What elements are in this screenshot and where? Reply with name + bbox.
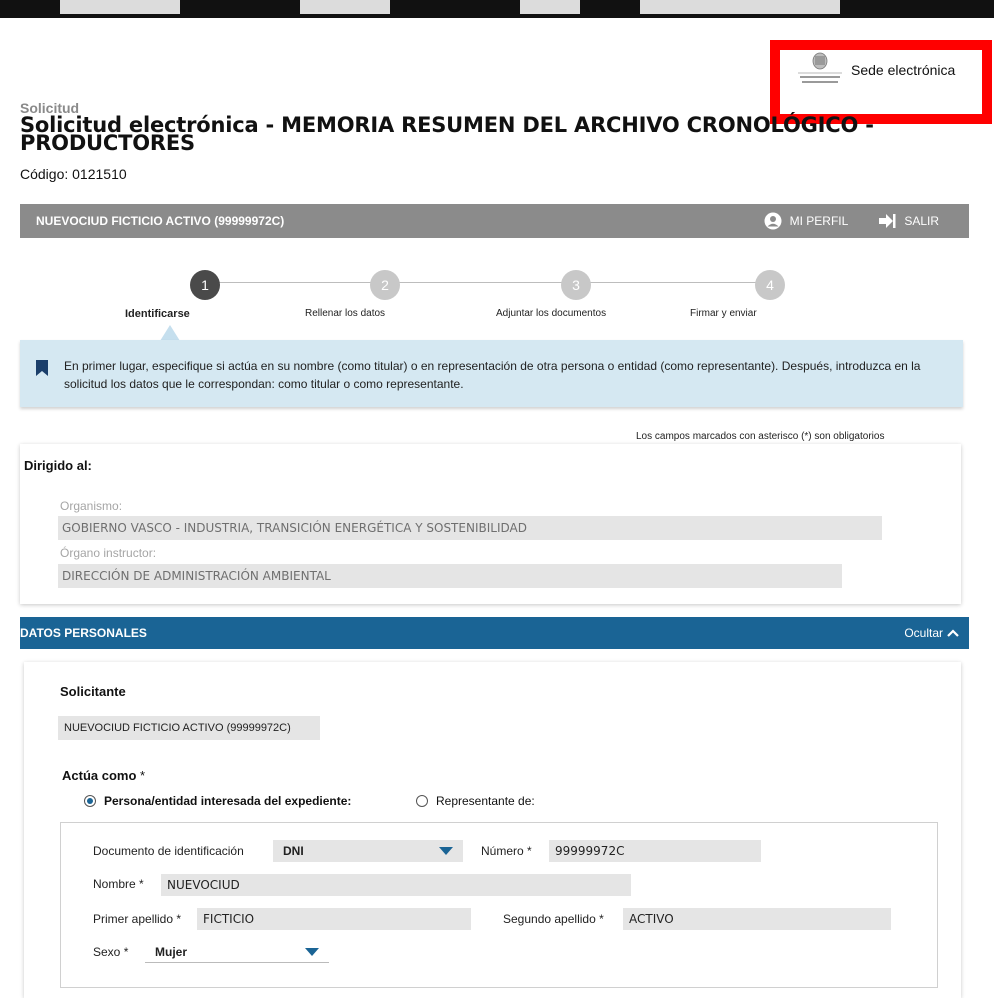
segundo-apellido-field[interactable]: ACTIVO (623, 908, 891, 930)
progress-steps: 1 Identificarse 2 Rellenar los datos 3 A… (125, 262, 840, 322)
required-fields-note: Los campos marcados con asterisco (*) so… (636, 431, 885, 442)
banner-shape (60, 0, 180, 14)
personal-data-section-bar: DATOS PERSONALES Ocultar (20, 617, 969, 649)
bookmark-icon (36, 360, 48, 376)
primer-apellido-label: Primer apellido * (93, 912, 181, 926)
solicitante-field: NUEVOCIUD FICTICIO ACTIVO (99999972C) (58, 716, 320, 740)
step-label: Identificarse (125, 308, 190, 320)
step-label: Rellenar los datos (305, 308, 386, 319)
my-profile-label: MI PERFIL (789, 214, 849, 228)
actua-como-label: Actúa como * (62, 768, 145, 783)
organo-field: DIRECCIÓN DE ADMINISTRACIÓN AMBIENTAL (58, 564, 842, 588)
step-2: 2 Rellenar los datos (305, 270, 465, 319)
procedure-code: Código: 0121510 (20, 166, 127, 182)
sign-out-icon (879, 214, 896, 228)
section-title: DATOS PERSONALES (20, 626, 147, 640)
addressed-to-heading: Dirigido al: (24, 458, 92, 473)
solicitante-label: Solicitante (60, 684, 126, 699)
step-label: Adjuntar los documentos (496, 308, 607, 319)
required-asterisk: * (140, 768, 146, 783)
step-number: 2 (370, 270, 400, 300)
step-1: 1 Identificarse (125, 270, 285, 320)
segundo-apellido-label: Segundo apellido * (503, 912, 604, 926)
nombre-field[interactable]: NUEVOCIUD (161, 874, 631, 896)
doc-type-value: DNI (283, 844, 304, 858)
step-label: Firmar y enviar (690, 308, 757, 319)
hide-section-toggle[interactable]: Ocultar (904, 626, 959, 640)
user-circle-icon (764, 212, 782, 230)
user-bar: NUEVOCIUD FICTICIO ACTIVO (99999972C) MI… (20, 204, 969, 238)
radio-dot (416, 795, 428, 807)
step-4: 4 Firmar y enviar (690, 270, 850, 319)
required-asterisk: * (176, 912, 182, 926)
step-number: 4 (755, 270, 785, 300)
sexo-value: Mujer (155, 945, 188, 959)
addressed-to-card: Dirigido al: Organismo: GOBIERNO VASCO -… (20, 444, 961, 604)
radio-representante[interactable]: Representante de: (416, 794, 535, 808)
caret-down-icon (305, 948, 319, 956)
nombre-label: Nombre * (93, 877, 144, 891)
radio-dot (84, 795, 96, 807)
logout-label: SALIR (904, 214, 939, 228)
actua-como-text: Actúa como (62, 768, 137, 783)
logout-button[interactable]: SALIR (878, 213, 939, 229)
radio-interesada-label: Persona/entidad interesada del expedient… (104, 794, 352, 808)
gobierno-vasco-logo (792, 52, 848, 88)
steps-connector (200, 282, 770, 283)
organismo-field: GOBIERNO VASCO - INDUSTRIA, TRANSICIÓN E… (58, 516, 882, 540)
banner-shape (300, 0, 390, 14)
step-number: 1 (190, 270, 220, 300)
banner-shape (520, 0, 580, 14)
banner-shape (640, 0, 840, 14)
sede-electronica-label: Sede electrónica (851, 62, 956, 78)
required-asterisk: * (527, 844, 532, 858)
sexo-select[interactable]: Mujer (145, 941, 329, 963)
radio-interesada[interactable]: Persona/entidad interesada del expedient… (84, 794, 351, 808)
doc-label: Documento de identificación (93, 844, 244, 858)
info-text: En primer lugar, especifique si actúa en… (64, 359, 921, 391)
numero-label: Número * (481, 844, 532, 858)
radio-representante-label: Representante de: (436, 794, 535, 808)
sexo-text: Sexo (93, 945, 121, 959)
personal-data-card: Solicitante NUEVOCIUD FICTICIO ACTIVO (9… (24, 662, 961, 998)
numero-text: Número (481, 844, 524, 858)
caret-down-icon (439, 847, 453, 855)
coat-of-arms-icon (798, 52, 842, 83)
segundo-apellido-text: Segundo apellido (503, 912, 596, 926)
step-3: 3 Adjuntar los documentos (496, 270, 656, 319)
required-asterisk: * (123, 945, 129, 959)
nombre-text: Nombre (93, 877, 136, 891)
step-number: 3 (561, 270, 591, 300)
sede-electronica-link[interactable]: Sede electrónica (792, 52, 955, 88)
organismo-label: Organismo: (60, 499, 123, 513)
user-name: NUEVOCIUD FICTICIO ACTIVO (99999972C) (36, 214, 285, 228)
info-pointer (160, 325, 180, 341)
required-asterisk: * (599, 912, 604, 926)
chevron-up-icon (947, 629, 959, 637)
sexo-label: Sexo * (93, 945, 128, 959)
info-box: En primer lugar, especifique si actúa en… (20, 340, 963, 407)
hide-label: Ocultar (904, 626, 943, 640)
numero-field[interactable]: 99999972C (549, 840, 761, 862)
primer-apellido-field[interactable]: FICTICIO (197, 908, 471, 930)
organo-label: Órgano instructor: (60, 546, 157, 560)
required-asterisk: * (139, 877, 144, 891)
doc-type-select[interactable]: DNI (273, 840, 463, 862)
identification-box: Documento de identificación DNI Número *… (60, 822, 938, 988)
top-banner-strip (0, 0, 994, 18)
primer-apellido-text: Primer apellido (93, 912, 174, 926)
page-title: Solicitud electrónica - MEMORIA RESUMEN … (20, 113, 874, 155)
my-profile-button[interactable]: MI PERFIL (764, 212, 849, 230)
